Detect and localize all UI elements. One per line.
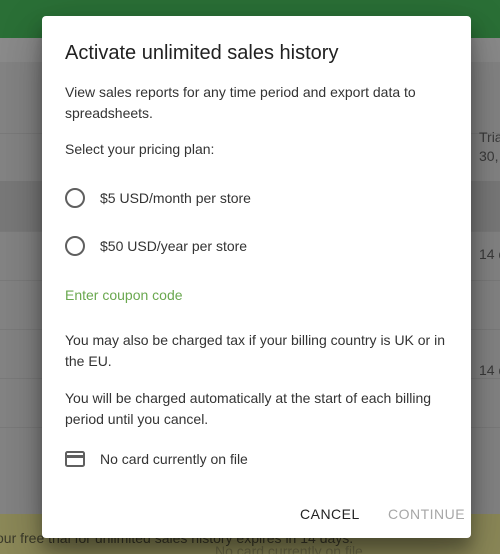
background-cell-text: 14 d xyxy=(479,246,500,262)
trial-banner-card-status: No card currently on file xyxy=(215,543,363,554)
background-cell-text: Tria xyxy=(479,129,500,145)
background-cell-text: 14 d xyxy=(479,362,500,378)
pricing-plan-label: Select your pricing plan: xyxy=(65,141,215,157)
credit-card-icon xyxy=(65,451,85,467)
plan-option-monthly[interactable]: $5 USD/month per store xyxy=(65,186,251,210)
dialog-title: Activate unlimited sales history xyxy=(65,42,339,64)
enter-coupon-code-link[interactable]: Enter coupon code xyxy=(65,287,183,303)
dialog-description: View sales reports for any time period a… xyxy=(65,84,416,121)
page: Tria 30, 14 d 14 d our free trial for un… xyxy=(0,0,500,554)
background-cell-text: 30, xyxy=(479,148,499,164)
plan-label-yearly: $50 USD/year per store xyxy=(100,238,248,254)
radio-button-yearly[interactable] xyxy=(65,236,85,256)
card-status-text: No card currently on file xyxy=(100,451,248,467)
tax-note: You may also be charged tax if your bill… xyxy=(65,332,446,369)
activate-sales-history-dialog: Activate unlimited sales history View sa… xyxy=(42,16,471,538)
card-status-row: No card currently on file xyxy=(65,449,248,469)
continue-button[interactable]: CONTINUE xyxy=(380,498,473,530)
plan-option-yearly[interactable]: $50 USD/year per store xyxy=(65,234,247,258)
billing-note: You will be charged automatically at the… xyxy=(65,390,432,427)
radio-button-monthly[interactable] xyxy=(65,188,85,208)
plan-label-monthly: $5 USD/month per store xyxy=(100,190,251,206)
cancel-button[interactable]: CANCEL xyxy=(292,498,368,530)
